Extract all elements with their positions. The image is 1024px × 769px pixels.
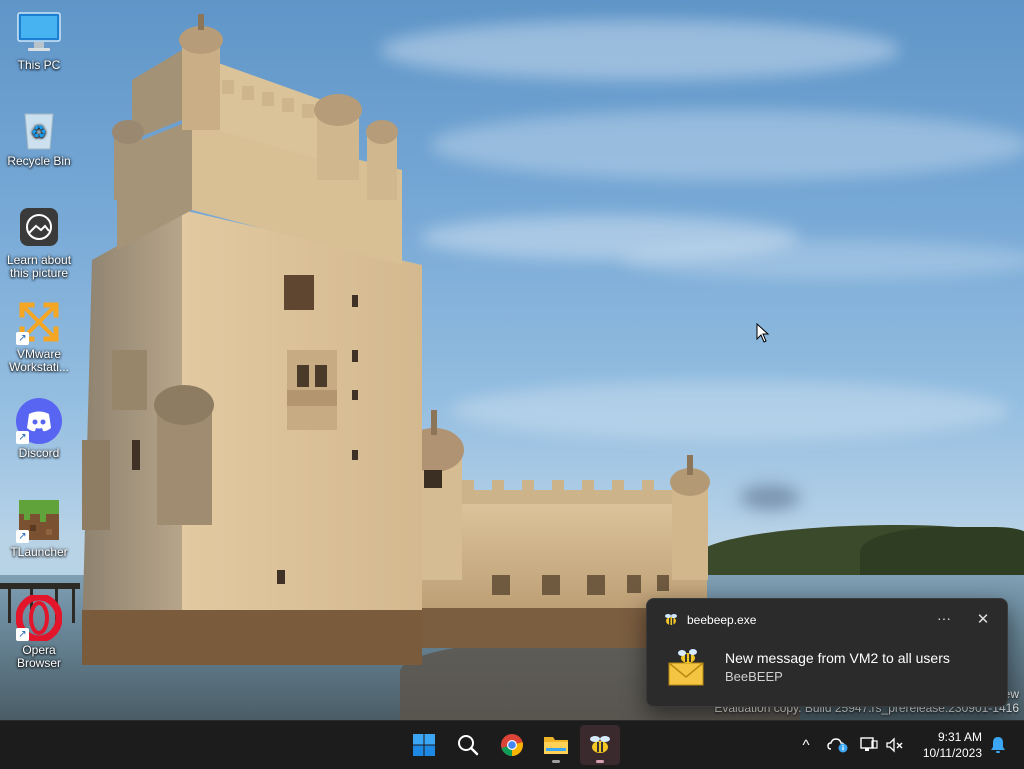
desktop-icon-label: TLauncher <box>10 545 68 559</box>
desktop-icon-label: Discord <box>18 446 60 460</box>
taskbar: ^ 9:31 AM 10/11/2023 <box>0 720 1024 769</box>
bee-icon <box>590 736 610 753</box>
running-indicator <box>552 760 560 763</box>
bee-app-icon <box>665 614 677 625</box>
search-icon <box>458 735 479 756</box>
desktop-icon-label: Learn about this picture <box>6 253 72 280</box>
taskbar-beebeep-button[interactable] <box>580 725 620 765</box>
onedrive-tray-button[interactable] <box>826 733 850 757</box>
discord-icon: ↗ <box>16 398 62 444</box>
clock-date: 10/11/2023 <box>922 746 982 760</box>
shortcut-arrow-icon: ↗ <box>16 628 29 641</box>
mouse-cursor-icon <box>756 323 770 343</box>
taskbar-search-button[interactable] <box>448 725 488 765</box>
running-indicator <box>596 760 604 763</box>
taskbar-file-explorer-button[interactable] <box>536 725 576 765</box>
speaker-muted-icon <box>886 737 903 753</box>
desktop-icon-vmware[interactable]: ↗ VMware Workstati... <box>1 299 77 374</box>
desktop-icon-label: This PC <box>17 58 61 72</box>
svg-text:♻: ♻ <box>31 122 47 143</box>
shortcut-arrow-icon: ↗ <box>16 332 29 345</box>
chevron-up-icon: ^ <box>802 736 810 754</box>
monitor-icon <box>16 10 62 56</box>
taskbar-clock[interactable]: 9:31 AM 10/11/2023 <box>923 729 982 761</box>
cloud-info-icon <box>827 738 848 753</box>
desktop-icon-tlauncher[interactable]: ↗ TLauncher <box>1 497 77 559</box>
taskbar-chrome-button[interactable] <box>492 725 532 765</box>
notification-center-button[interactable] <box>986 733 1010 757</box>
network-tray-button[interactable] <box>857 733 881 757</box>
desktop-icon-label: VMware Workstati... <box>9 347 69 374</box>
desktop-icon-learn-about-picture[interactable]: Learn about this picture <box>1 205 77 280</box>
volume-tray-button[interactable] <box>883 733 907 757</box>
vmware-icon: ↗ <box>16 299 62 345</box>
windows-start-icon <box>413 734 435 756</box>
notification-app-name: beebeep.exe <box>687 613 757 627</box>
opera-icon: ↗ <box>15 593 63 643</box>
desktop-icon-discord[interactable]: ↗ Discord <box>1 398 77 460</box>
show-hidden-icons-button[interactable]: ^ <box>794 733 818 757</box>
network-monitor-icon <box>860 737 878 751</box>
notification-toast[interactable]: beebeep.exe ··· ✕ New message from VM2 t… <box>646 598 1008 707</box>
desktop-icon-label: Recycle Bin <box>7 154 71 168</box>
desktop-icon-opera[interactable]: ↗ Opera Browser <box>1 593 77 670</box>
chrome-icon <box>501 734 523 756</box>
notification-body: BeeBEEP <box>725 669 783 684</box>
desktop-icon-recycle-bin[interactable]: ♻ Recycle Bin <box>1 106 77 168</box>
notification-close-button[interactable]: ✕ <box>972 609 994 631</box>
envelope-bee-icon <box>668 649 704 686</box>
notification-title: New message from VM2 to all users <box>725 650 950 666</box>
camera-icon <box>16 205 62 251</box>
minecraft-block-icon: ↗ <box>16 497 62 543</box>
clock-time: 9:31 AM <box>937 730 982 744</box>
bell-icon <box>991 737 1005 753</box>
tower-illustration <box>82 14 710 665</box>
notification-more-button[interactable]: ··· <box>933 609 955 631</box>
recycle-bin-icon: ♻ <box>16 106 62 152</box>
shortcut-arrow-icon: ↗ <box>16 431 29 444</box>
taskbar-start-button[interactable] <box>404 725 444 765</box>
desktop-icon-label: Opera Browser <box>16 643 61 670</box>
desktop-icon-this-pc[interactable]: This PC <box>1 10 77 72</box>
shortcut-arrow-icon: ↗ <box>16 530 29 543</box>
folder-icon <box>544 737 568 754</box>
